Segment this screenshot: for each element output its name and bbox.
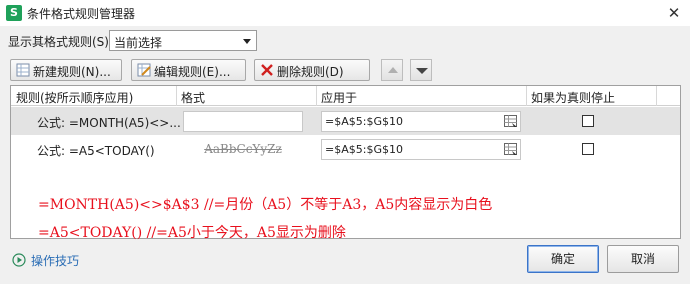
title-bar: S 条件格式规则管理器 ✕ bbox=[0, 0, 690, 26]
column-divider bbox=[316, 86, 317, 106]
format-preview-blank bbox=[183, 111, 303, 132]
table-header: 规则(按所示顺序应用) 格式 应用于 如果为真则停止 bbox=[11, 86, 680, 106]
app-logo-icon: S bbox=[6, 5, 22, 21]
edit-rule-icon bbox=[137, 63, 151, 77]
filter-selected-value: 当前选择 bbox=[114, 36, 163, 50]
column-header-stop-if-true: 如果为真则停止 bbox=[531, 91, 616, 105]
applies-to-value: =$A$5:$G$10 bbox=[325, 115, 403, 128]
column-header-format: 格式 bbox=[181, 91, 206, 105]
new-rule-icon bbox=[16, 63, 30, 77]
chevron-down-icon bbox=[243, 39, 251, 44]
column-header-applies-to: 应用于 bbox=[321, 91, 358, 105]
delete-x-icon bbox=[261, 64, 273, 76]
range-picker-icon[interactable] bbox=[504, 143, 518, 156]
table-row[interactable]: 公式: =A5<TODAY() AaBbCcYyZz =$A$5:$G$10 bbox=[11, 135, 680, 163]
new-rule-button[interactable]: 新建规则(N)... bbox=[10, 59, 122, 81]
delete-rule-button[interactable]: 删除规则(D) bbox=[254, 59, 370, 81]
annotation-line-2: =A5<TODAY() //=A5小于今天，A5显示为删除 bbox=[38, 225, 346, 241]
applies-to-field[interactable]: =$A$5:$G$10 bbox=[321, 139, 521, 160]
annotation-line-1: =MONTH(A5)<>$A$3 //=月份（A5）不等于A3，A5内容显示为白… bbox=[38, 197, 493, 213]
applies-to-value: =$A$5:$G$10 bbox=[325, 143, 403, 156]
cancel-button[interactable]: 取消 bbox=[607, 245, 679, 273]
column-divider bbox=[176, 86, 177, 106]
rules-table: 规则(按所示顺序应用) 格式 应用于 如果为真则停止 公式: =MONTH(A5… bbox=[10, 85, 681, 239]
ok-button[interactable]: 确定 bbox=[527, 245, 599, 273]
arrow-down-icon bbox=[416, 68, 428, 74]
new-rule-label: 新建规则(N)... bbox=[33, 65, 111, 79]
rule-formula: 公式: =A5<TODAY() bbox=[37, 144, 155, 158]
stop-if-true-checkbox[interactable] bbox=[582, 115, 594, 127]
play-circle-icon bbox=[12, 253, 26, 267]
filter-dropdown[interactable]: 当前选择 bbox=[109, 30, 257, 51]
move-down-button[interactable] bbox=[410, 59, 432, 81]
edit-rule-label: 编辑规则(E)... bbox=[154, 65, 231, 79]
column-divider bbox=[656, 86, 657, 106]
table-row-selected[interactable]: 公式: =MONTH(A5)<>... =$A$5:$G$10 bbox=[11, 107, 680, 135]
column-header-rule: 规则(按所示顺序应用) bbox=[16, 91, 134, 105]
rule-formula: 公式: =MONTH(A5)<>... bbox=[37, 116, 181, 130]
filter-label: 显示其格式规则(S): bbox=[8, 35, 114, 49]
delete-rule-label: 删除规则(D) bbox=[277, 65, 344, 79]
stop-if-true-checkbox[interactable] bbox=[582, 143, 594, 155]
close-button[interactable]: ✕ bbox=[664, 3, 684, 23]
range-picker-icon[interactable] bbox=[504, 115, 518, 128]
window-title: 条件格式规则管理器 bbox=[27, 7, 136, 21]
edit-rule-button[interactable]: 编辑规则(E)... bbox=[131, 59, 246, 81]
tips-label: 操作技巧 bbox=[31, 254, 80, 268]
applies-to-field[interactable]: =$A$5:$G$10 bbox=[321, 111, 521, 132]
arrow-up-icon bbox=[388, 67, 398, 73]
move-up-button[interactable] bbox=[381, 59, 403, 81]
column-divider bbox=[526, 86, 527, 106]
format-preview-strikethrough: AaBbCcYyZz bbox=[204, 142, 282, 156]
